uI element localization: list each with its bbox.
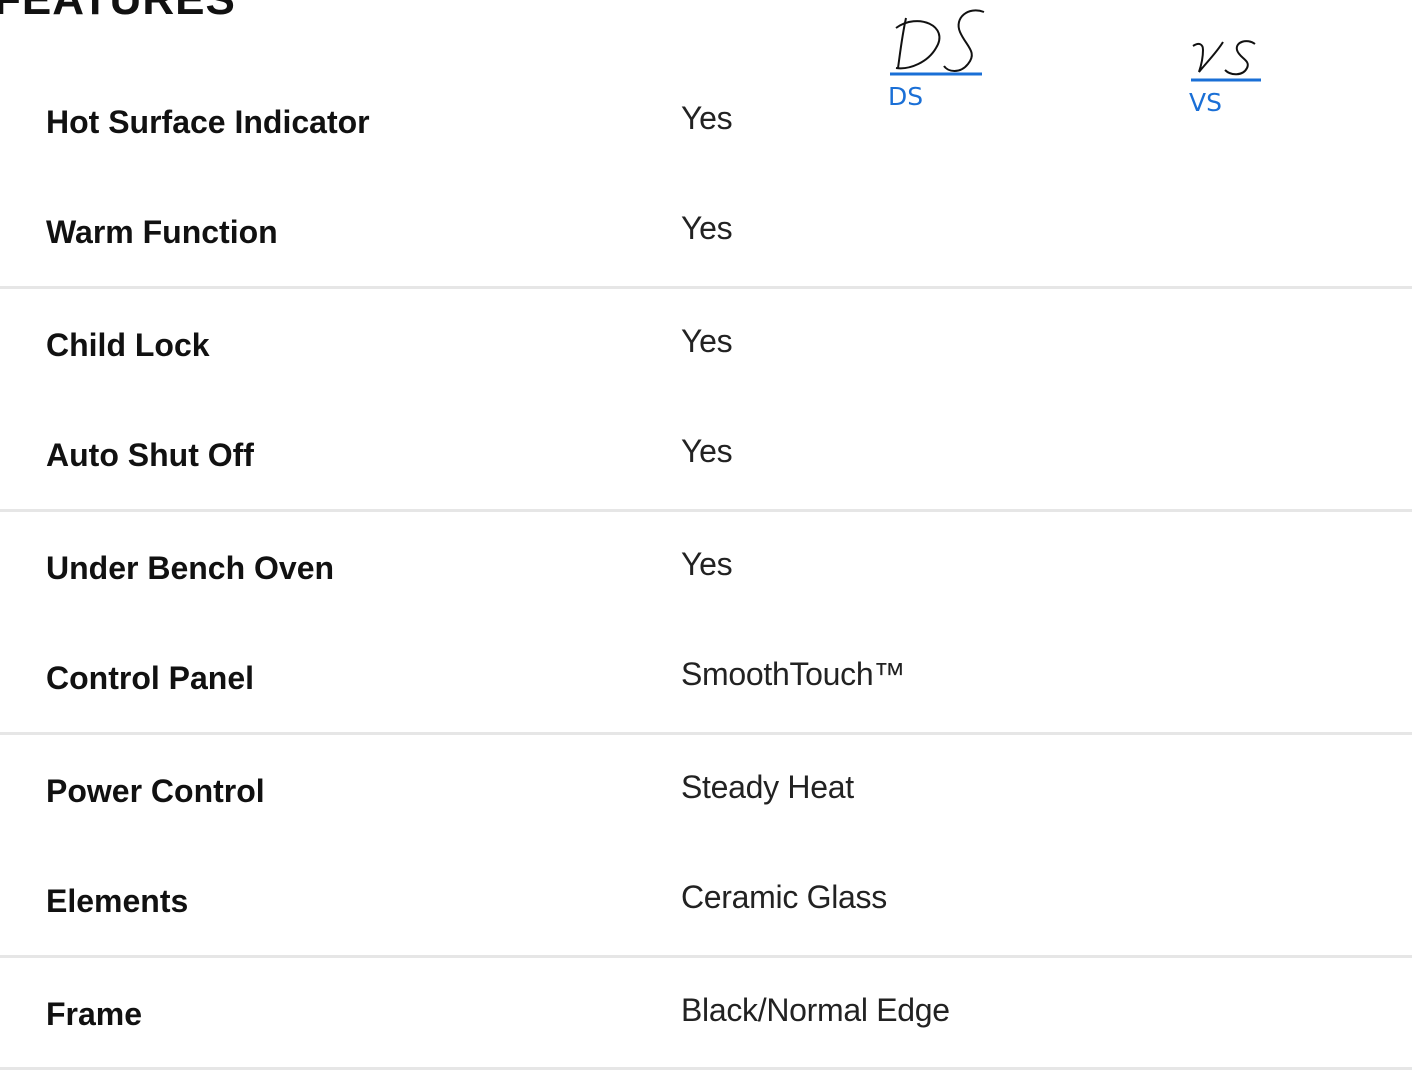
row-divider — [0, 955, 1412, 958]
spec-row: Hot Surface Indicator Yes — [0, 100, 1412, 140]
spec-value: Yes — [681, 433, 733, 469]
spec-label: Hot Surface Indicator — [46, 104, 370, 140]
spec-label: Warm Function — [46, 214, 278, 250]
spec-value: Yes — [681, 100, 733, 136]
spec-row: Under Bench Oven Yes — [0, 546, 1412, 586]
spec-row: Frame Black/Normal Edge — [0, 992, 1412, 1032]
spec-row: Power Control Steady Heat — [0, 769, 1412, 809]
spec-row: Child Lock Yes — [0, 323, 1412, 363]
spec-label: Elements — [46, 883, 189, 919]
spec-value: Black/Normal Edge — [681, 992, 950, 1028]
spec-value: Steady Heat — [681, 769, 854, 805]
spec-label: Auto Shut Off — [46, 437, 254, 473]
spec-value: SmoothTouch™ — [681, 656, 906, 692]
spec-row: Warm Function Yes — [0, 210, 1412, 250]
spec-label: Power Control — [46, 773, 265, 809]
spec-value: Ceramic Glass — [681, 879, 887, 915]
spec-value: Yes — [681, 546, 733, 582]
spec-value: Yes — [681, 210, 733, 246]
row-divider — [0, 509, 1412, 512]
row-divider — [0, 286, 1412, 289]
spec-label: Frame — [46, 996, 143, 1032]
spec-label: Child Lock — [46, 327, 210, 363]
signature-ds-icon — [890, 9, 985, 76]
spec-row: Auto Shut Off Yes — [0, 433, 1412, 473]
spec-row: Control Panel SmoothTouch™ — [0, 656, 1412, 696]
section-title: FEATURES — [0, 0, 236, 22]
signature-vs-icon — [1191, 40, 1261, 82]
spec-label: Under Bench Oven — [46, 550, 335, 586]
spec-label: Control Panel — [46, 660, 255, 696]
spec-value: Yes — [681, 323, 733, 359]
spec-row: Elements Ceramic Glass — [0, 879, 1412, 919]
row-divider — [0, 732, 1412, 735]
